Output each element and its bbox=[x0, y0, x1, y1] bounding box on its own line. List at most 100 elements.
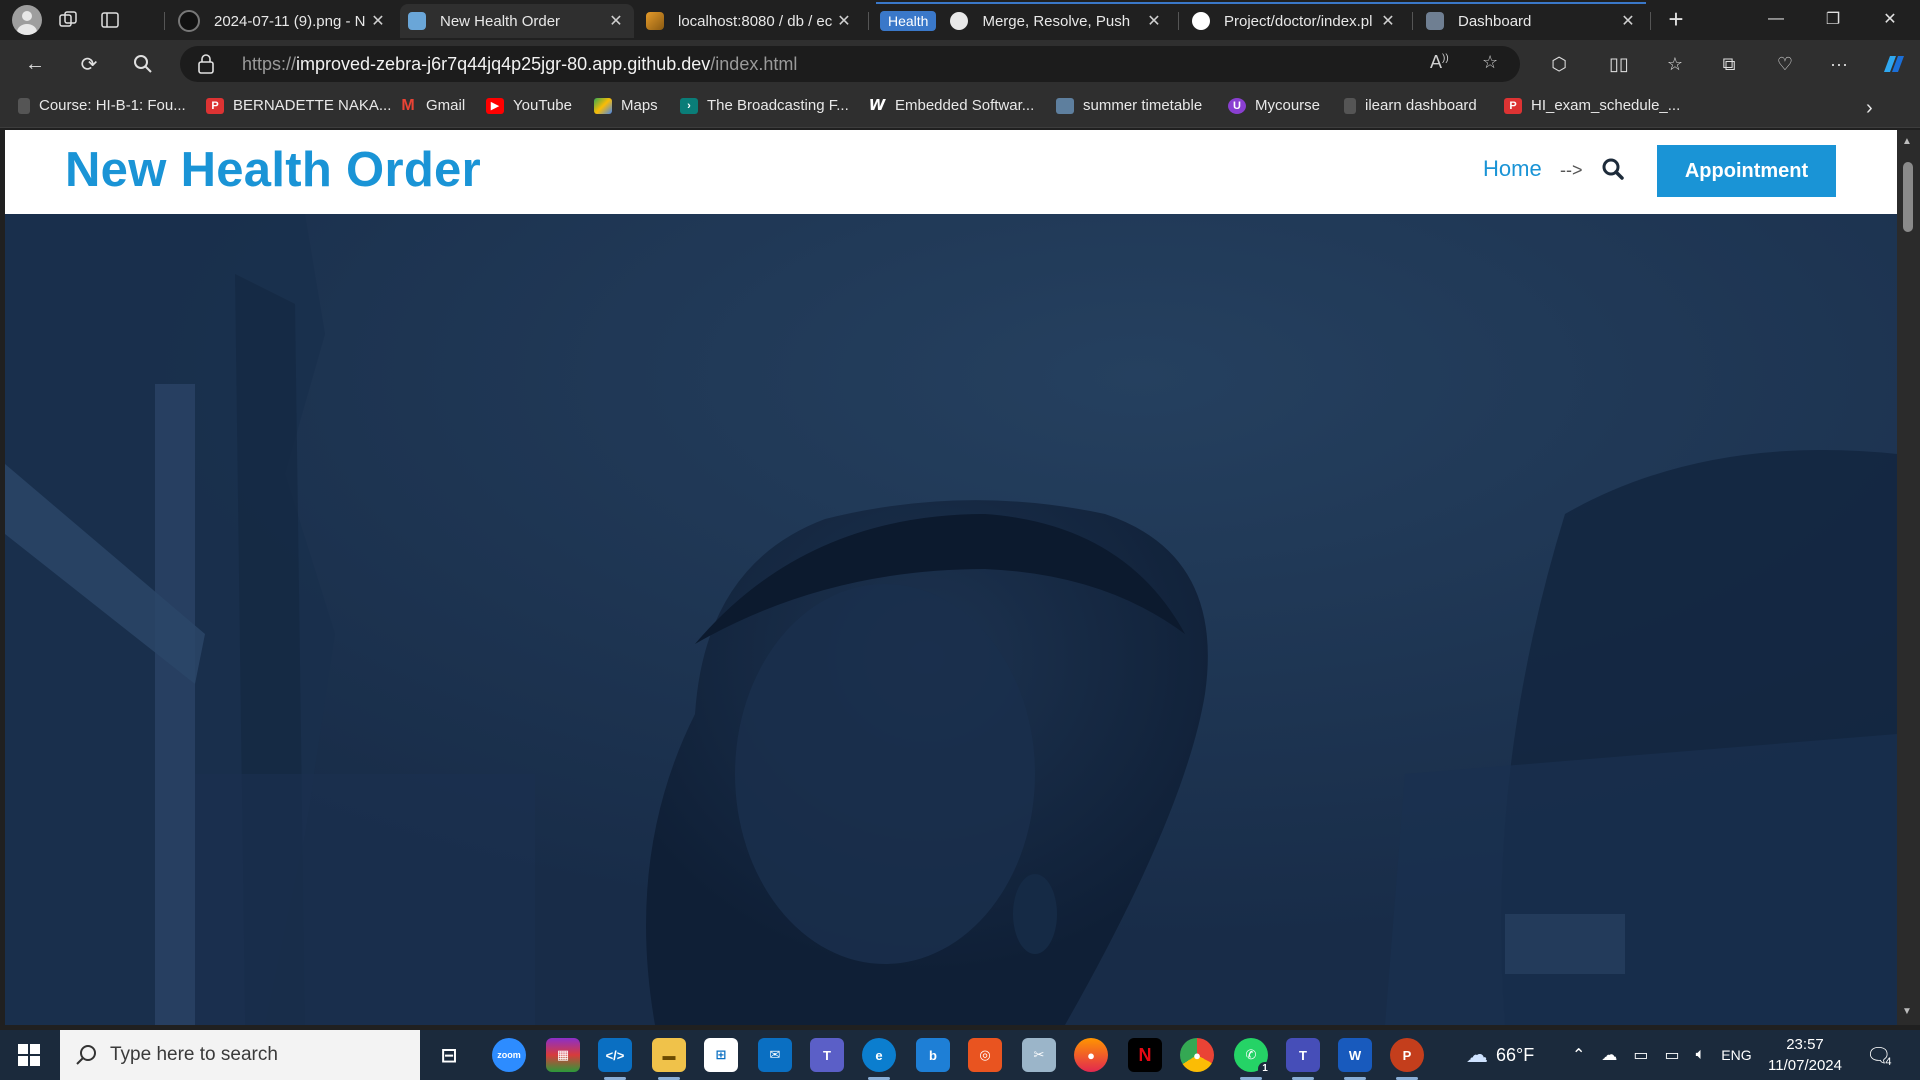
close-icon[interactable]: ✕ bbox=[1618, 11, 1638, 31]
weather-temperature: 66°F bbox=[1496, 1044, 1535, 1065]
ubuntu-icon[interactable]: ◎ bbox=[968, 1038, 1002, 1072]
bookmark-broadcasting[interactable]: › The Broadcasting F... bbox=[680, 97, 849, 114]
read-aloud-icon[interactable]: A)) bbox=[1430, 52, 1449, 73]
split-screen-icon[interactable]: ▯▯ bbox=[1604, 50, 1634, 78]
word-icon[interactable]: W bbox=[1338, 1038, 1372, 1080]
teams-classic-icon[interactable]: T bbox=[1286, 1038, 1320, 1080]
site-logo[interactable]: New Health Order bbox=[65, 142, 481, 198]
bookmark-ilearn[interactable]: ilearn dashboard bbox=[1344, 97, 1477, 114]
favorites-icon[interactable]: ☆ bbox=[1660, 50, 1690, 78]
onedrive-icon[interactable]: ☁ bbox=[1601, 1045, 1617, 1065]
tab-merge-resolve-push[interactable]: Health Merge, Resolve, Push ✕ bbox=[872, 4, 1172, 38]
bookmark-bernadette[interactable]: P BERNADETTE NAKA... bbox=[206, 97, 391, 114]
battery-icon[interactable]: ▭ bbox=[1665, 1045, 1680, 1065]
windows-taskbar: Type here to search ⊟ zoom ▦ </> ▬ ⊞ ✉ T… bbox=[0, 1030, 1920, 1080]
browser-essentials-icon[interactable]: ♡ bbox=[1770, 50, 1800, 78]
bookmark-course[interactable]: Course: HI-B-1: Fou... bbox=[18, 97, 186, 114]
address-bar[interactable]: https://improved-zebra-j6r7q44jq4p25jgr-… bbox=[180, 46, 1520, 82]
scroll-down-arrow-icon[interactable]: ▼ bbox=[1902, 1006, 1912, 1017]
collections-icon[interactable]: ⧉ bbox=[1714, 50, 1744, 78]
new-tab-plus-icon[interactable]: + bbox=[1648, 0, 1704, 38]
search-icon[interactable] bbox=[126, 48, 160, 80]
lock-icon[interactable] bbox=[198, 54, 214, 74]
tab-title: New Health Order bbox=[440, 12, 561, 30]
clock-date: 11/07/2024 bbox=[1768, 1057, 1842, 1074]
tab-project-doctor[interactable]: Project/doctor/index.pl ✕ bbox=[1184, 4, 1406, 38]
taskbar-search-placeholder: Type here to search bbox=[110, 1044, 278, 1065]
extensions-icon[interactable]: ⬡ bbox=[1544, 50, 1574, 78]
favorite-star-icon[interactable]: ☆ bbox=[1482, 52, 1498, 73]
profile-avatar-icon[interactable] bbox=[12, 5, 42, 35]
site-search-icon[interactable] bbox=[1600, 156, 1626, 182]
teams-icon[interactable]: T bbox=[810, 1038, 844, 1072]
nav-home-link[interactable]: Home bbox=[1483, 156, 1542, 182]
more-menu-icon[interactable]: ··· bbox=[1824, 50, 1854, 78]
meet-now-icon[interactable]: ▭ bbox=[1633, 1045, 1648, 1065]
bookmark-maps[interactable]: Maps bbox=[594, 97, 658, 114]
powerpoint-icon[interactable]: P bbox=[1390, 1038, 1424, 1080]
file-explorer-icon[interactable]: ▬ bbox=[652, 1038, 686, 1080]
address-url[interactable]: https://improved-zebra-j6r7q44jq4p25jgr-… bbox=[242, 54, 797, 75]
refresh-icon[interactable]: ⟳ bbox=[72, 48, 106, 80]
zoom-icon[interactable]: zoom bbox=[492, 1038, 526, 1072]
copilot-icon[interactable] bbox=[1878, 50, 1908, 78]
close-icon[interactable]: ✕ bbox=[606, 11, 626, 31]
workspaces-icon[interactable] bbox=[52, 4, 84, 36]
show-hidden-icons-chevron-icon[interactable]: ⌃ bbox=[1572, 1045, 1585, 1065]
back-arrow-icon[interactable]: ← bbox=[18, 48, 52, 80]
tab-title: Dashboard bbox=[1458, 12, 1532, 30]
bookmark-label: HI_exam_schedule_... bbox=[1531, 97, 1681, 114]
winrar-icon[interactable]: ▦ bbox=[546, 1038, 580, 1072]
github-icon bbox=[1192, 12, 1210, 30]
chrome-icon[interactable]: ● bbox=[1180, 1038, 1214, 1072]
appointment-button[interactable]: Appointment bbox=[1657, 145, 1836, 197]
browser-tab-strip: 2024-07-11 (9).png - N ✕ New Health Orde… bbox=[0, 0, 1920, 40]
tab-screenshot[interactable]: 2024-07-11 (9).png - N ✕ bbox=[170, 4, 396, 38]
window-close-icon[interactable]: ✕ bbox=[1862, 0, 1918, 38]
bookmark-mycourse[interactable]: U Mycourse bbox=[1228, 97, 1320, 114]
scrollbar-thumb[interactable] bbox=[1903, 162, 1913, 232]
tab-actions-icon[interactable] bbox=[94, 4, 126, 36]
close-icon[interactable]: ✕ bbox=[1144, 11, 1164, 31]
tab-title: Merge, Resolve, Push bbox=[982, 12, 1131, 30]
bookmarks-overflow-chevron-icon[interactable]: › bbox=[1866, 97, 1873, 120]
vscode-icon[interactable]: </> bbox=[598, 1038, 632, 1080]
notification-center-icon[interactable]: 🗨︎ 4 bbox=[1866, 1030, 1892, 1080]
task-view-icon[interactable]: ⊟ bbox=[432, 1038, 466, 1072]
page-icon bbox=[1344, 97, 1356, 114]
minimize-icon[interactable]: — bbox=[1748, 0, 1804, 38]
edge-icon[interactable]: e bbox=[862, 1038, 896, 1080]
bookmark-label: ilearn dashboard bbox=[1365, 97, 1477, 114]
language-indicator[interactable]: ENG bbox=[1721, 1047, 1751, 1063]
bookmark-summer-timetable[interactable]: summer timetable bbox=[1056, 97, 1202, 114]
scroll-up-arrow-icon[interactable]: ▲ bbox=[1902, 136, 1912, 147]
volume-icon[interactable]: 🔈︎ bbox=[1696, 1046, 1706, 1064]
web-page: New Health Order Home --> Appointment bbox=[5, 130, 1897, 1025]
tab-group-label[interactable]: Health bbox=[880, 11, 937, 31]
bing-icon[interactable]: b bbox=[916, 1038, 950, 1072]
notification-count: 4 bbox=[1885, 1056, 1892, 1068]
tab-dashboard[interactable]: Dashboard ✕ bbox=[1418, 4, 1646, 38]
restore-icon[interactable]: ❐ bbox=[1805, 0, 1861, 38]
firefox-icon[interactable]: ● bbox=[1074, 1038, 1108, 1072]
page-scrollbar[interactable]: ▲ ▼ bbox=[1897, 130, 1920, 1025]
snipping-tool-icon[interactable]: ✂ bbox=[1022, 1038, 1056, 1072]
close-icon[interactable]: ✕ bbox=[368, 11, 388, 31]
clock-time: 23:57 bbox=[1786, 1036, 1824, 1053]
close-icon[interactable]: ✕ bbox=[1378, 11, 1398, 31]
whatsapp-icon[interactable]: ✆ 1 bbox=[1234, 1038, 1272, 1080]
bookmark-exam-schedule[interactable]: P HI_exam_schedule_... bbox=[1504, 97, 1680, 114]
mail-icon[interactable]: ✉ bbox=[758, 1038, 792, 1072]
taskbar-clock[interactable]: 23:57 11/07/2024 bbox=[1760, 1034, 1850, 1076]
weather-widget[interactable]: ☁ 66°F bbox=[1466, 1030, 1534, 1080]
bookmark-youtube[interactable]: ▶ YouTube bbox=[486, 97, 572, 114]
store-icon[interactable]: ⊞ bbox=[704, 1038, 738, 1072]
bookmark-gmail[interactable]: M Gmail bbox=[399, 97, 465, 114]
close-icon[interactable]: ✕ bbox=[834, 11, 854, 31]
taskbar-search-box[interactable]: Type here to search bbox=[60, 1030, 420, 1080]
start-windows-icon[interactable] bbox=[0, 1030, 58, 1080]
tab-new-health-order[interactable]: New Health Order ✕ bbox=[400, 4, 634, 38]
netflix-icon[interactable]: N bbox=[1128, 1038, 1162, 1072]
tab-phpmyadmin[interactable]: localhost:8080 / db / ec ✕ bbox=[638, 4, 862, 38]
bookmark-embedded[interactable]: 𝙒 Embedded Softwar... bbox=[868, 97, 1035, 114]
